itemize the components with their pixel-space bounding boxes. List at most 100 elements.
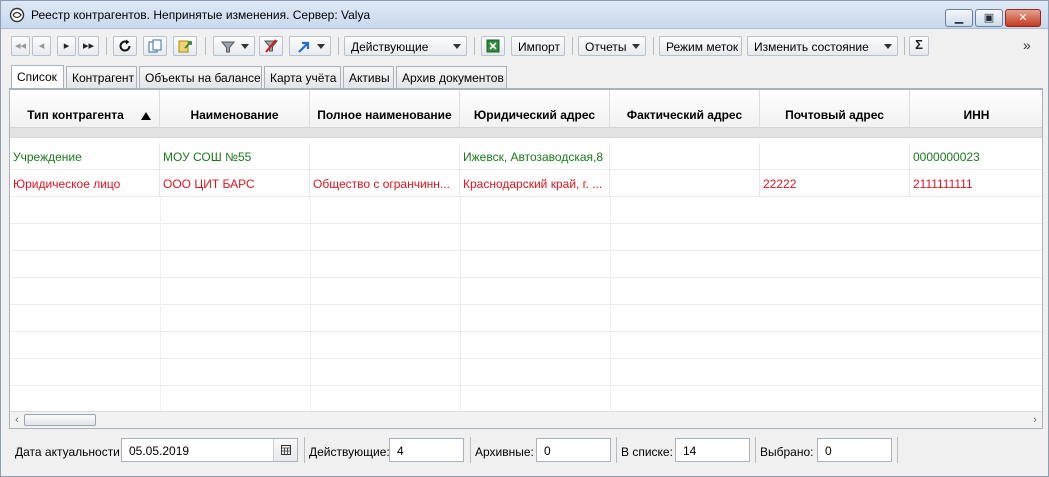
cell-postal-address: 22222	[760, 170, 910, 197]
column-header-full-name[interactable]: Полное наименование	[310, 90, 460, 128]
clear-filter-button[interactable]	[259, 36, 283, 56]
selected-label: Выбрано:	[760, 445, 814, 459]
archived-count: 0	[536, 438, 611, 462]
tab-counterparty[interactable]: Контрагент	[66, 66, 137, 88]
export-icon	[178, 40, 192, 53]
column-divider	[610, 197, 611, 412]
empty-row	[10, 251, 1042, 278]
status-filter-label: Действующие	[351, 40, 429, 54]
prev-record-button[interactable]: ◂	[32, 36, 51, 56]
column-header-legal-address[interactable]: Юридический адрес	[460, 90, 610, 128]
chevron-down-icon	[453, 44, 461, 49]
cell-actual-address	[610, 143, 760, 170]
reports-dropdown[interactable]: Отчеты	[578, 36, 646, 56]
app-window: Реестр контрагентов. Непринятые изменени…	[0, 0, 1049, 477]
column-header-actual-address[interactable]: Фактический адрес	[610, 90, 760, 128]
navigate-button[interactable]	[289, 36, 331, 56]
first-record-button[interactable]: ◂◂	[11, 36, 30, 56]
cell-type: Юридическое лицо	[10, 170, 160, 197]
excel-button[interactable]	[481, 36, 505, 56]
toolbar-separator	[572, 37, 573, 55]
cell-full-name	[310, 143, 460, 170]
table-row[interactable]: Учреждение МОУ СОШ №55 Ижевск, Автозавод…	[10, 143, 1042, 170]
status-filter-dropdown[interactable]: Действующие	[344, 36, 467, 56]
last-record-button[interactable]: ▸▸	[78, 36, 99, 56]
status-bar: Дата актуальности 05.05.2019 Действующие…	[9, 435, 1043, 467]
column-header-inn[interactable]: ИНН	[910, 90, 1042, 128]
table-row[interactable]: Юридическое лицо ООО ЦИТ БАРС Общество с…	[10, 170, 1042, 197]
selected-count: 0	[817, 438, 892, 462]
copy-icon	[148, 39, 162, 53]
scroll-right-icon[interactable]: ›	[1028, 412, 1042, 428]
next-record-button[interactable]: ▸	[57, 36, 76, 56]
cell-inn: 2111111111	[910, 170, 1042, 197]
filter-button[interactable]	[213, 36, 255, 56]
sort-ascending-icon	[141, 112, 151, 120]
status-separator	[755, 437, 756, 463]
minimize-icon: ▁	[954, 12, 964, 24]
toolbar-separator	[205, 37, 206, 55]
cell-legal-address: Краснодарский край, г. ...	[460, 170, 610, 197]
active-label: Действующие:	[309, 445, 390, 459]
change-state-label: Изменить состояние	[754, 40, 869, 54]
refresh-icon	[119, 39, 131, 52]
sum-button[interactable]: Σ	[909, 36, 929, 56]
arrow-up-right-icon	[298, 41, 310, 53]
copy-button[interactable]	[143, 36, 167, 56]
empty-row	[10, 197, 1042, 224]
close-button[interactable]: ✕	[1005, 9, 1041, 27]
reports-label: Отчеты	[585, 40, 627, 54]
empty-row	[10, 278, 1042, 305]
grid-header: Тип контрагента Наименование Полное наим…	[10, 90, 1042, 128]
chevron-down-icon	[317, 44, 325, 49]
empty-row	[10, 332, 1042, 359]
tab-accounting-card[interactable]: Карта учёта	[264, 66, 341, 88]
column-header-type[interactable]: Тип контрагента	[10, 90, 160, 128]
close-icon: ✕	[1018, 12, 1028, 24]
toolbar-separator	[653, 37, 654, 55]
column-header-name[interactable]: Наименование	[160, 90, 310, 128]
in-list-label: В списке:	[621, 445, 673, 459]
change-state-dropdown[interactable]: Изменить состояние	[747, 36, 898, 56]
refresh-button[interactable]	[113, 36, 137, 56]
toolbar-separator	[106, 37, 107, 55]
chevron-down-icon	[884, 44, 892, 49]
tab-assets[interactable]: Активы	[343, 66, 394, 88]
export-button[interactable]	[173, 36, 197, 56]
tab-list[interactable]: Список	[11, 65, 64, 89]
title-bar: Реестр контрагентов. Непринятые изменени…	[1, 1, 1048, 29]
cell-inn: 0000000023	[910, 143, 1042, 170]
app-icon	[9, 7, 25, 23]
calendar-button[interactable]	[273, 439, 297, 461]
status-separator	[616, 437, 617, 463]
first-icon: ◂◂	[14, 40, 27, 52]
scroll-left-icon[interactable]: ‹	[10, 412, 24, 428]
maximize-button[interactable]: ▣	[975, 9, 1003, 27]
import-label: Импорт	[518, 40, 560, 54]
tab-document-archive[interactable]: Архив документов	[396, 66, 507, 88]
tag-mode-button[interactable]: Режим меток	[659, 36, 742, 56]
minimize-button[interactable]: ▁	[945, 9, 973, 27]
cell-postal-address	[760, 143, 910, 170]
chevron-down-icon	[632, 44, 640, 49]
tag-mode-label: Режим меток	[666, 40, 739, 54]
date-field[interactable]: 05.05.2019	[121, 438, 298, 462]
column-header-postal-address[interactable]: Почтовый адрес	[760, 90, 910, 128]
scrollbar-thumb[interactable]	[24, 414, 96, 426]
horizontal-scrollbar[interactable]: ‹ ›	[10, 411, 1042, 428]
import-button[interactable]: Импорт	[511, 36, 565, 56]
filter-icon	[221, 41, 235, 53]
tab-balance-objects[interactable]: Объекты на балансе	[139, 66, 262, 88]
empty-row	[10, 305, 1042, 332]
toolbar-overflow-button[interactable]: »	[1023, 37, 1031, 53]
date-value: 05.05.2019	[129, 444, 190, 458]
toolbar-separator	[474, 37, 475, 55]
toolbar-separator	[904, 37, 905, 55]
filter-row[interactable]	[10, 128, 1042, 138]
column-divider	[310, 197, 311, 412]
column-header-label: Тип контрагента	[27, 108, 124, 122]
sum-icon: Σ	[915, 37, 923, 52]
status-separator	[897, 437, 898, 463]
status-separator	[470, 437, 471, 463]
cell-actual-address	[610, 170, 760, 197]
